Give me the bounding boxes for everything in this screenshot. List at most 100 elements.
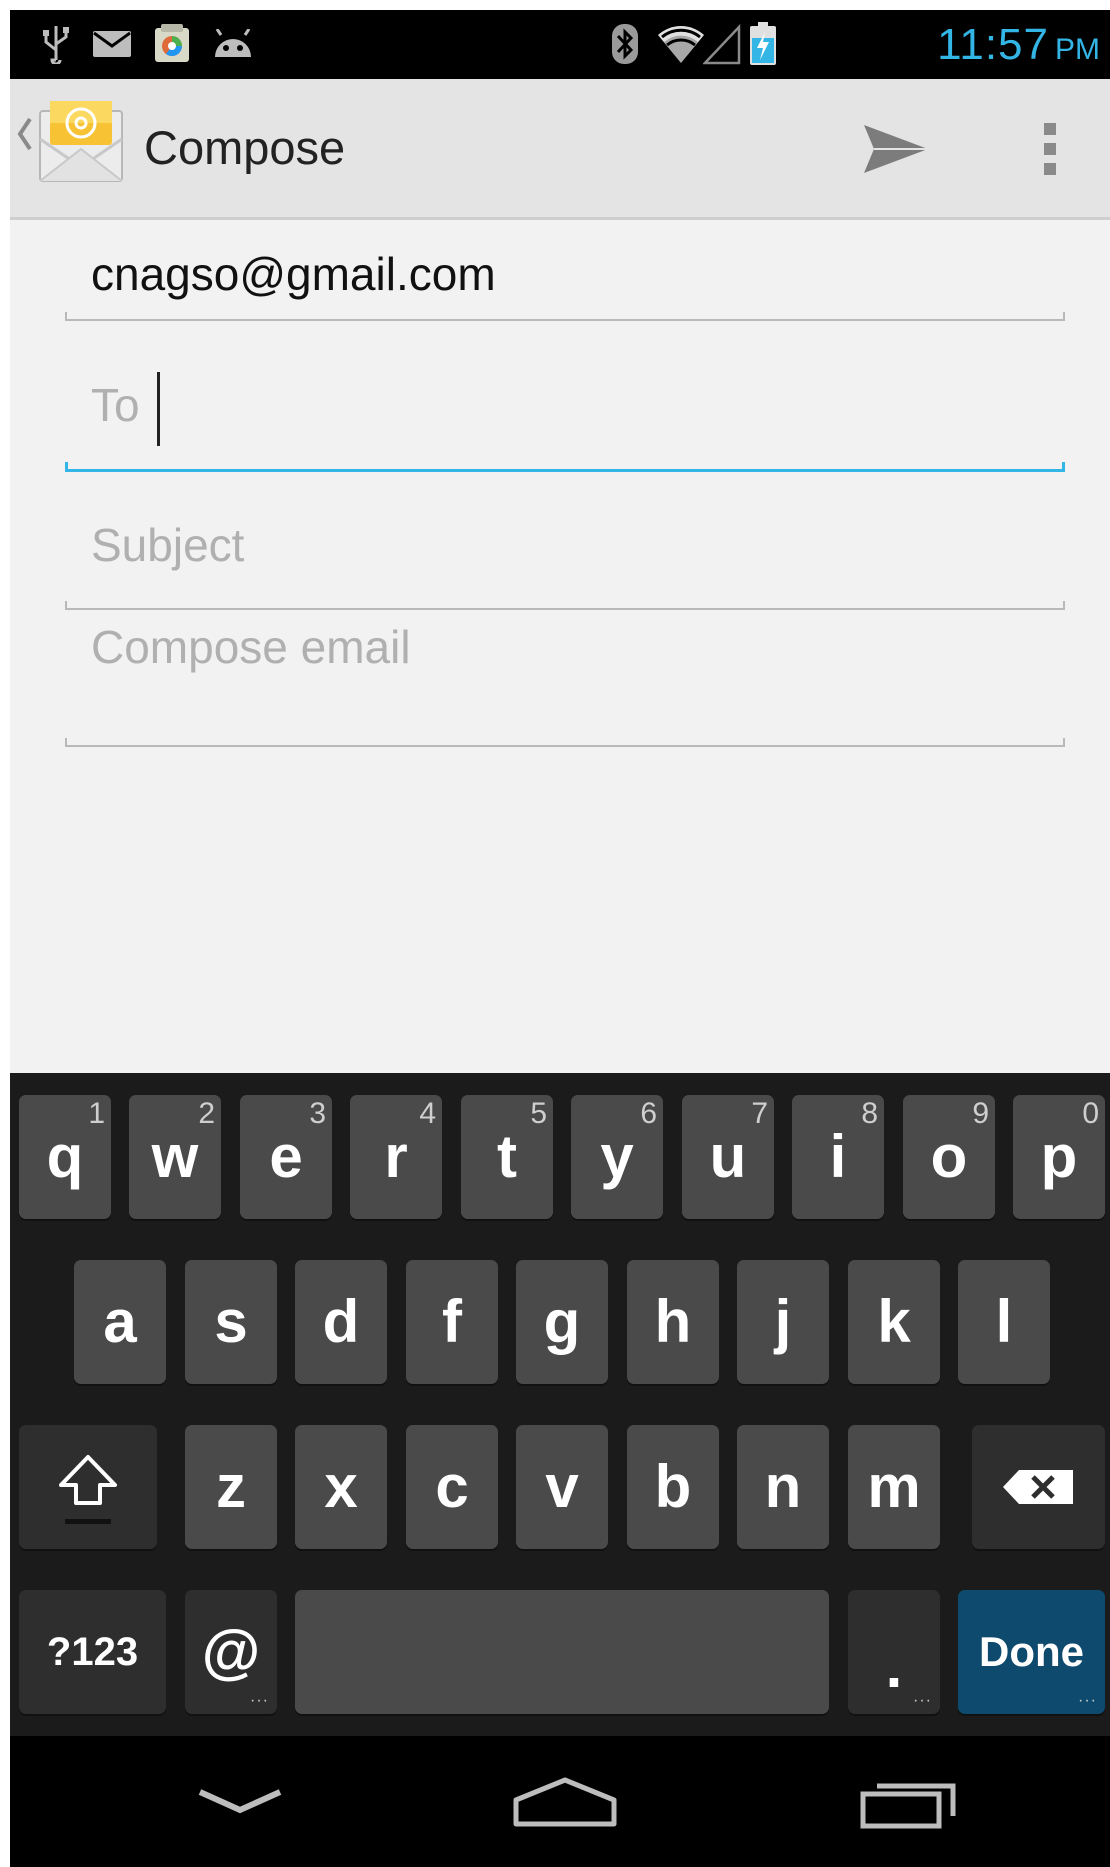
body-field[interactable]: Compose email — [65, 620, 1065, 747]
at-key[interactable]: @ ··· — [185, 1590, 277, 1714]
key-k[interactable]: k — [848, 1260, 940, 1384]
symbols-key[interactable]: ?123 — [19, 1590, 166, 1714]
app-store-icon — [150, 24, 194, 64]
key-q-label: q — [46, 1123, 84, 1190]
email-app-icon — [17, 101, 123, 182]
home-icon — [513, 1777, 617, 1826]
usb-icon — [38, 24, 74, 64]
key-y-num: 6 — [640, 1097, 657, 1130]
key-o-label: o — [930, 1123, 968, 1190]
body-placeholder: Compose email — [91, 621, 411, 673]
key-q[interactable]: q1 — [19, 1095, 111, 1219]
key-w-num: 2 — [198, 1097, 215, 1130]
key-r[interactable]: r4 — [350, 1095, 442, 1219]
key-m[interactable]: m — [848, 1425, 940, 1549]
overflow-menu-button[interactable] — [1010, 109, 1090, 189]
key-e-num: 3 — [309, 1097, 326, 1130]
key-c[interactable]: c — [406, 1425, 498, 1549]
key-n-label: n — [764, 1453, 802, 1520]
key-g-label: g — [543, 1288, 581, 1355]
key-t[interactable]: t5 — [461, 1095, 553, 1219]
status-bar: 11:57 PM — [10, 10, 1110, 79]
key-l[interactable]: l — [958, 1260, 1050, 1384]
key-n[interactable]: n — [737, 1425, 829, 1549]
from-field[interactable]: cnagso@gmail.com — [65, 222, 1065, 321]
symbols-key-label: ?123 — [46, 1630, 139, 1674]
shift-icon — [59, 1455, 117, 1524]
key-c-label: c — [435, 1453, 469, 1520]
key-f[interactable]: f — [406, 1260, 498, 1384]
key-h[interactable]: h — [627, 1260, 719, 1384]
hide-keyboard-button[interactable] — [170, 1736, 310, 1867]
key-z[interactable]: z — [185, 1425, 277, 1549]
clock: 11:57 PM — [937, 12, 1100, 77]
mail-icon — [90, 24, 134, 64]
key-a[interactable]: a — [74, 1260, 166, 1384]
key-t-num: 5 — [530, 1097, 547, 1130]
android-icon — [210, 24, 256, 64]
done-key[interactable]: Done ··· — [958, 1590, 1105, 1714]
key-t-label: t — [497, 1123, 517, 1190]
to-field[interactable]: To — [65, 340, 1065, 472]
at-key-more-indicator: ··· — [250, 1692, 269, 1709]
key-w[interactable]: w2 — [129, 1095, 221, 1219]
key-o-num: 9 — [972, 1097, 989, 1130]
key-m-label: m — [867, 1453, 921, 1520]
delete-key[interactable] — [972, 1425, 1105, 1549]
wifi-icon — [655, 24, 707, 64]
key-e[interactable]: e3 — [240, 1095, 332, 1219]
key-d[interactable]: d — [295, 1260, 387, 1384]
key-j[interactable]: j — [737, 1260, 829, 1384]
key-d-label: d — [322, 1288, 360, 1355]
key-j-label: j — [774, 1288, 792, 1355]
key-l-label: l — [995, 1288, 1013, 1355]
key-s-label: s — [214, 1288, 248, 1355]
send-icon — [864, 125, 928, 173]
recent-apps-button[interactable] — [845, 1736, 975, 1867]
key-b[interactable]: b — [627, 1425, 719, 1549]
at-key-label: @ — [201, 1618, 261, 1685]
key-u-num: 7 — [751, 1097, 768, 1130]
key-s[interactable]: s — [185, 1260, 277, 1384]
key-y-label: y — [600, 1123, 634, 1190]
bluetooth-icon — [608, 24, 642, 64]
key-w-label: w — [151, 1123, 199, 1190]
recent-apps-icon — [860, 1783, 956, 1828]
key-z-label: z — [216, 1453, 246, 1520]
key-r-label: r — [384, 1123, 408, 1190]
body-underline — [65, 738, 1065, 747]
to-placeholder: To — [91, 379, 140, 431]
key-y[interactable]: y6 — [571, 1095, 663, 1219]
key-u[interactable]: u7 — [682, 1095, 774, 1219]
home-button[interactable] — [500, 1736, 630, 1867]
to-underline — [65, 462, 1065, 472]
up-navigation-button[interactable] — [10, 79, 160, 217]
key-x[interactable]: x — [295, 1425, 387, 1549]
key-a-label: a — [103, 1288, 137, 1355]
send-button[interactable] — [840, 109, 950, 189]
battery-charging-icon — [746, 22, 780, 65]
key-h-label: h — [654, 1288, 692, 1355]
period-key-label: . — [885, 1633, 903, 1700]
key-b-label: b — [654, 1453, 692, 1520]
space-key[interactable] — [295, 1590, 829, 1714]
key-g[interactable]: g — [516, 1260, 608, 1384]
subject-underline — [65, 601, 1065, 610]
period-key-more-indicator: ··· — [913, 1692, 932, 1709]
key-e-label: e — [269, 1123, 303, 1190]
key-o[interactable]: o9 — [903, 1095, 995, 1219]
key-v[interactable]: v — [516, 1425, 608, 1549]
navigation-bar — [10, 1736, 1110, 1867]
period-key[interactable]: . ··· — [848, 1590, 940, 1714]
subject-field[interactable]: Subject — [65, 490, 1065, 610]
key-u-label: u — [709, 1123, 747, 1190]
backspace-icon — [1002, 1470, 1073, 1504]
from-underline — [65, 312, 1065, 321]
shift-key[interactable] — [19, 1425, 157, 1549]
key-i[interactable]: i8 — [792, 1095, 884, 1219]
key-f-label: f — [442, 1288, 462, 1355]
from-value: cnagso@gmail.com — [91, 248, 496, 300]
done-key-more-indicator: ··· — [1078, 1692, 1097, 1709]
key-p[interactable]: p0 — [1013, 1095, 1105, 1219]
key-k-label: k — [877, 1288, 911, 1355]
